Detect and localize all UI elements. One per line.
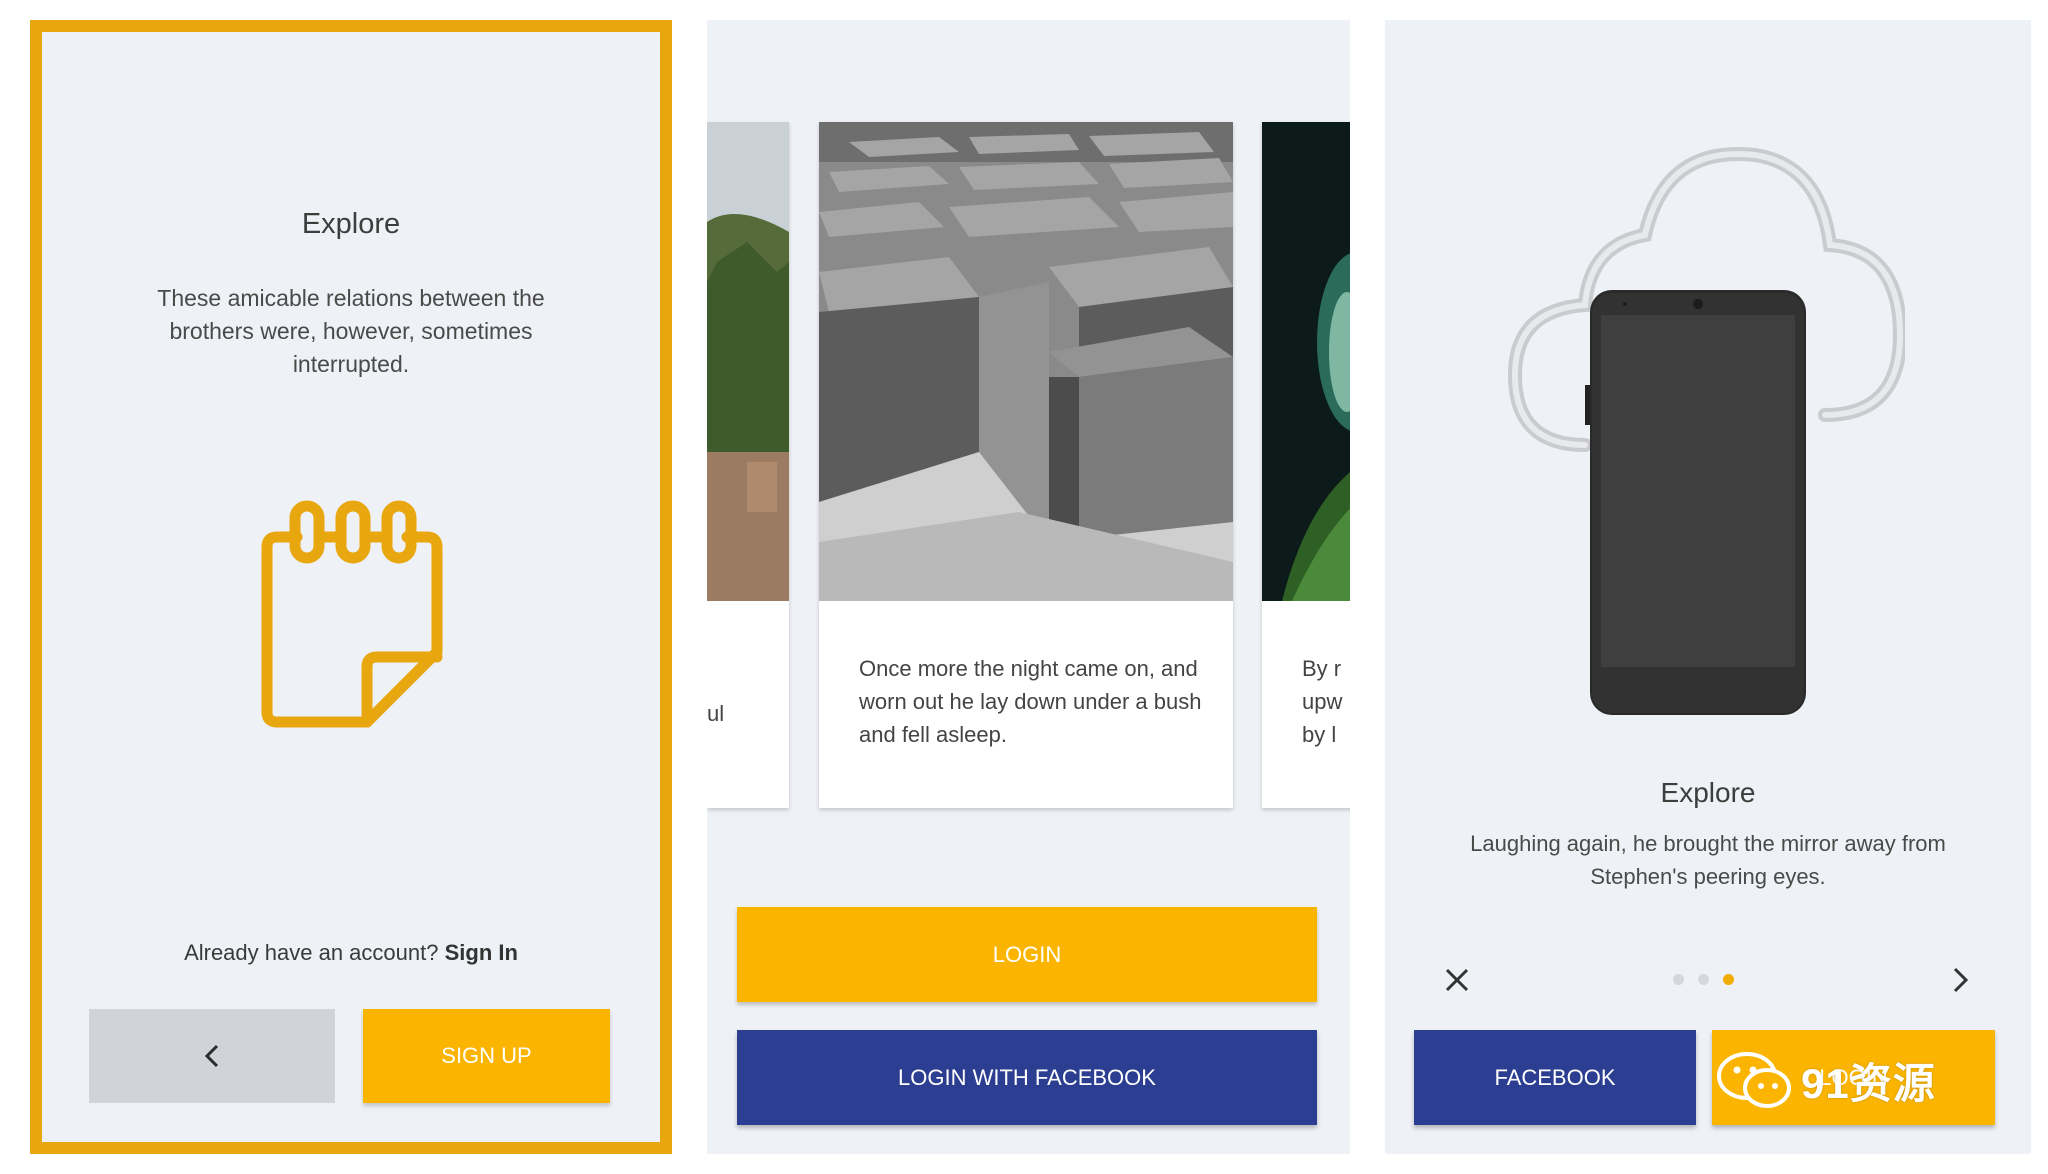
login-button[interactable]: LOGIN xyxy=(737,907,1317,1002)
close-icon xyxy=(1445,968,1469,992)
page-dot[interactable] xyxy=(1698,974,1709,985)
green-leaves-photo xyxy=(1262,122,1350,601)
phone-cloud-illustration xyxy=(1507,147,1905,715)
account-prompt: Already have an account? Sign In xyxy=(42,940,660,966)
page-title: Explore xyxy=(301,208,401,240)
card-text: By r upw by l xyxy=(1302,652,1350,751)
card-text: ul xyxy=(707,701,725,726)
page-dot[interactable] xyxy=(1673,974,1684,985)
account-prompt-text: Already have an account? xyxy=(184,940,439,965)
page-dot-active[interactable] xyxy=(1723,974,1734,985)
concrete-blocks-photo xyxy=(819,122,1233,601)
next-button[interactable] xyxy=(1940,960,1980,1000)
onboarding-screen: Explore Laughing again, he brought the m… xyxy=(1385,20,2031,1154)
page-description: Laughing again, he brought the mirror aw… xyxy=(1470,831,1946,889)
card-text-line: by l xyxy=(1302,722,1337,747)
watermark-text: 91资源 xyxy=(1801,1059,1936,1107)
card-text: Once more the night came on, and worn ou… xyxy=(859,656,1202,747)
chevron-left-icon xyxy=(204,1044,219,1068)
watermark: 91资源 xyxy=(1715,1050,1936,1110)
card-text-line: By r xyxy=(1302,656,1342,681)
notepad-icon xyxy=(261,500,443,728)
signup-screen: Explore These amicable relations between… xyxy=(30,20,672,1154)
page-title: Explore xyxy=(1660,777,1756,808)
forest-riverbank-photo xyxy=(707,122,789,601)
sign-in-link[interactable]: Sign In xyxy=(445,940,518,965)
carousel-card-right[interactable]: By r upw by l xyxy=(1262,122,1350,808)
close-button[interactable] xyxy=(1437,960,1477,1000)
login-with-facebook-button[interactable]: LOGIN WITH FACEBOOK xyxy=(737,1030,1317,1125)
carousel-card-left[interactable]: ul xyxy=(707,122,789,808)
sign-up-button[interactable]: SIGN UP xyxy=(363,1009,610,1103)
carousel-card-center[interactable]: Once more the night came on, and worn ou… xyxy=(819,122,1233,808)
facebook-button[interactable]: FACEBOOK xyxy=(1414,1030,1696,1125)
back-button[interactable] xyxy=(89,1009,335,1103)
card-text-line: upw xyxy=(1302,689,1343,714)
chevron-right-icon xyxy=(1953,967,1969,993)
page-indicator xyxy=(1673,974,1734,985)
wechat-icon xyxy=(1717,1052,1791,1108)
page-description: These amicable relations between the bro… xyxy=(157,285,545,377)
login-carousel-screen: ul Once more the night came on, and worn… xyxy=(707,20,1350,1154)
